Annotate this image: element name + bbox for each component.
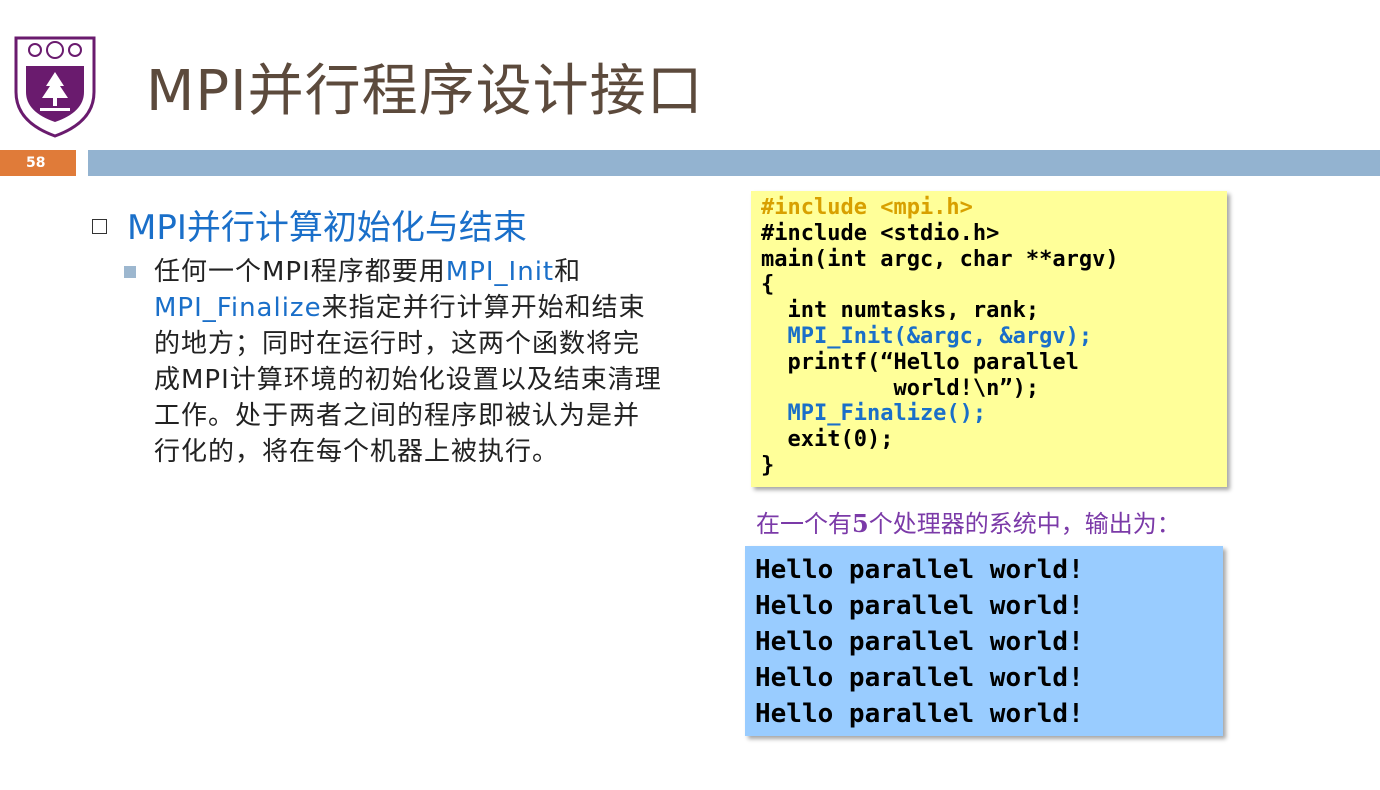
code-line: MPI_Init(&argc, &argv); [761, 323, 1093, 349]
keyword-mpi-finalize: MPI_Finalize [154, 293, 322, 323]
bullet-level1: MPI并行计算初始化与结束 [92, 200, 527, 249]
caption-before: 在一个有 [756, 510, 852, 538]
page-number-badge: 58 [0, 150, 76, 176]
bullet-level1-text: MPI并行计算初始化与结束 [127, 208, 527, 248]
code-line: MPI_Finalize(); [761, 401, 987, 427]
code-line: world!\n”); [761, 375, 1040, 401]
nanjing-university-logo-icon [10, 30, 100, 140]
output-line: Hello parallel world! [755, 555, 1084, 585]
text-part-1: 任何一个MPI程序都要用 [154, 257, 446, 287]
header-bar [88, 150, 1380, 176]
filled-square-bullet-icon [124, 266, 136, 278]
text-part-2: 和 [554, 257, 582, 287]
code-line: #include <stdio.h> [761, 220, 1000, 246]
code-block: #include <mpi.h> #include <stdio.h> main(i… [751, 191, 1227, 487]
output-line: Hello parallel world! [755, 663, 1084, 693]
code-line: int numtasks, rank; [761, 298, 1040, 324]
bullet-level2: 任何一个MPI程序都要用MPI_Init和MPI_Finalize来指定并行计算… [124, 254, 664, 470]
keyword-mpi-init: MPI_Init [445, 257, 555, 287]
caption-number: 5 [852, 509, 869, 538]
code-line: printf(“Hello parallel [761, 349, 1079, 375]
code-line: main(int argc, char **argv) [761, 246, 1119, 272]
page-title: MPI并行程序设计接口 [146, 59, 704, 124]
output-line: Hello parallel world! [755, 627, 1084, 657]
output-block: Hello parallel world! Hello parallel wor… [745, 546, 1223, 736]
bullet-level2-text: 任何一个MPI程序都要用MPI_Init和MPI_Finalize来指定并行计算… [154, 254, 664, 470]
output-line: Hello parallel world! [755, 591, 1084, 621]
output-line: Hello parallel world! [755, 699, 1084, 729]
code-line: exit(0); [761, 427, 894, 453]
code-line: #include <mpi.h> [761, 195, 973, 220]
output-caption: 在一个有5个处理器的系统中，输出为： [756, 504, 1181, 539]
code-line: } [761, 452, 775, 478]
caption-after: 个处理器的系统中，输出为： [868, 510, 1181, 538]
hollow-square-bullet-icon [92, 219, 107, 234]
code-line: { [761, 272, 775, 298]
